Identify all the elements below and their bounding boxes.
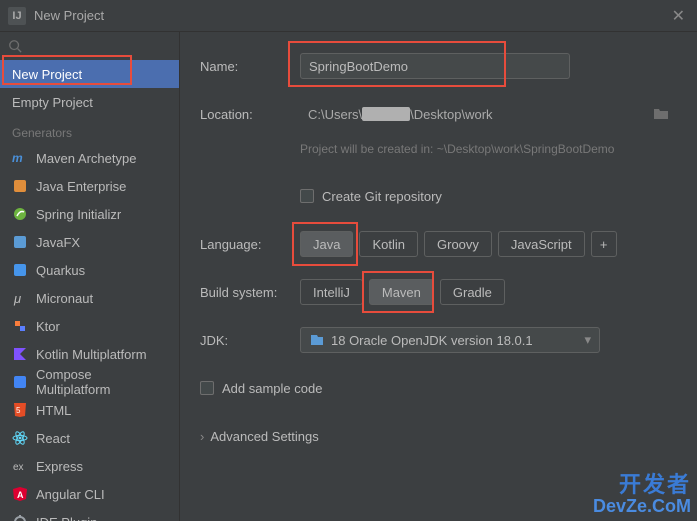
svg-text:ex: ex — [13, 462, 24, 473]
location-hint: Project will be created in: ~\Desktop\wo… — [300, 142, 614, 156]
ktor-icon — [12, 318, 28, 334]
sidebar-item-label: Ktor — [36, 319, 60, 334]
sidebar-item-label: Spring Initializr — [36, 207, 121, 222]
language-label: Language: — [200, 237, 300, 252]
jdk-select[interactable]: 18 Oracle OpenJDK version 18.0.1 ▾ — [300, 327, 600, 353]
search-icon — [8, 39, 22, 53]
location-suffix: \Desktop\work — [410, 107, 492, 122]
search-input[interactable] — [0, 32, 179, 60]
react-icon — [12, 430, 28, 446]
sidebar-item-express[interactable]: ex Express — [0, 452, 179, 480]
sidebar-item-label: Express — [36, 459, 83, 474]
micronaut-icon: μ — [12, 290, 28, 306]
sidebar-item-spring[interactable]: Spring Initializr — [0, 200, 179, 228]
html-icon: 5 — [12, 402, 28, 418]
svg-text:5: 5 — [16, 406, 21, 415]
window-title: New Project — [34, 8, 668, 23]
sidebar-item-label: Maven Archetype — [36, 151, 136, 166]
location-label: Location: — [200, 107, 300, 122]
sidebar-item-compose[interactable]: Compose Multiplatform — [0, 368, 179, 396]
language-groovy[interactable]: Groovy — [424, 231, 492, 257]
create-git-label: Create Git repository — [322, 189, 442, 204]
generators-label: Generators — [0, 116, 179, 144]
language-kotlin[interactable]: Kotlin — [359, 231, 418, 257]
sidebar-item-label: HTML — [36, 403, 71, 418]
app-icon: IJ — [8, 7, 26, 25]
location-input[interactable]: C:\Users\ \Desktop\work — [300, 101, 677, 127]
sidebar-item-new-project[interactable]: New Project — [0, 60, 179, 88]
sidebar-item-micronaut[interactable]: μ Micronaut — [0, 284, 179, 312]
watermark: 开发者 DevZe.CoM — [593, 473, 691, 517]
build-label: Build system: — [200, 285, 300, 300]
sample-code-label: Add sample code — [222, 381, 322, 396]
sample-code-checkbox[interactable] — [200, 381, 214, 395]
sidebar-item-label: Compose Multiplatform — [36, 367, 167, 397]
build-maven[interactable]: Maven — [369, 279, 434, 305]
sidebar-item-label: JavaFX — [36, 235, 80, 250]
language-javascript[interactable]: JavaScript — [498, 231, 585, 257]
browse-icon[interactable] — [653, 106, 669, 123]
sidebar-item-empty-project[interactable]: Empty Project — [0, 88, 179, 116]
sidebar-item-label: React — [36, 431, 70, 446]
chevron-right-icon: › — [200, 429, 204, 444]
java-ee-icon — [12, 178, 28, 194]
compose-icon — [12, 374, 28, 390]
javafx-icon — [12, 234, 28, 250]
jdk-icon — [309, 332, 325, 348]
sidebar-item-react[interactable]: React — [0, 424, 179, 452]
location-prefix: C:\Users\ — [308, 107, 362, 122]
location-redacted — [362, 107, 410, 121]
advanced-settings-toggle[interactable]: › Advanced Settings — [200, 422, 677, 450]
sidebar-item-kotlin[interactable]: Kotlin Multiplatform — [0, 340, 179, 368]
quarkus-icon — [12, 262, 28, 278]
plugin-icon — [12, 514, 28, 521]
sidebar-item-java-ee[interactable]: Java Enterprise — [0, 172, 179, 200]
name-label: Name: — [200, 59, 300, 74]
sidebar-item-quarkus[interactable]: Quarkus — [0, 256, 179, 284]
sidebar-item-label: Java Enterprise — [36, 179, 126, 194]
sidebar-item-label: Kotlin Multiplatform — [36, 347, 147, 362]
sidebar: New ProjectEmpty Project Generators m Mav… — [0, 32, 180, 521]
svg-text:A: A — [17, 490, 24, 500]
sidebar-item-plugin[interactable]: IDE Plugin — [0, 508, 179, 521]
sidebar-item-label: Angular CLI — [36, 487, 105, 502]
express-icon: ex — [12, 458, 28, 474]
sidebar-item-html[interactable]: 5 HTML — [0, 396, 179, 424]
jdk-value: 18 Oracle OpenJDK version 18.0.1 — [331, 333, 533, 348]
svg-text:μ: μ — [13, 291, 21, 306]
maven-icon: m — [12, 150, 28, 166]
name-input[interactable] — [300, 53, 570, 79]
sidebar-item-label: Quarkus — [36, 263, 85, 278]
build-gradle[interactable]: Gradle — [440, 279, 505, 305]
chevron-down-icon: ▾ — [584, 332, 591, 348]
language-java[interactable]: Java — [300, 231, 353, 257]
build-intellij[interactable]: IntelliJ — [300, 279, 363, 305]
sidebar-item-angular[interactable]: A Angular CLI — [0, 480, 179, 508]
spring-icon — [12, 206, 28, 222]
jdk-label: JDK: — [200, 333, 300, 348]
close-icon[interactable]: ✕ — [668, 6, 689, 26]
sidebar-item-ktor[interactable]: Ktor — [0, 312, 179, 340]
sidebar-item-label: IDE Plugin — [36, 515, 97, 521]
kotlin-icon — [12, 346, 28, 362]
angular-icon: A — [12, 486, 28, 502]
create-git-checkbox[interactable] — [300, 189, 314, 203]
content-pane: Name: Location: C:\Users\ \Desktop\work — [180, 32, 697, 521]
svg-text:m: m — [12, 151, 23, 165]
sidebar-item-label: Micronaut — [36, 291, 93, 306]
add-language-button[interactable]: + — [591, 231, 617, 257]
advanced-label: Advanced Settings — [210, 429, 318, 444]
sidebar-item-maven[interactable]: m Maven Archetype — [0, 144, 179, 172]
sidebar-item-javafx[interactable]: JavaFX — [0, 228, 179, 256]
